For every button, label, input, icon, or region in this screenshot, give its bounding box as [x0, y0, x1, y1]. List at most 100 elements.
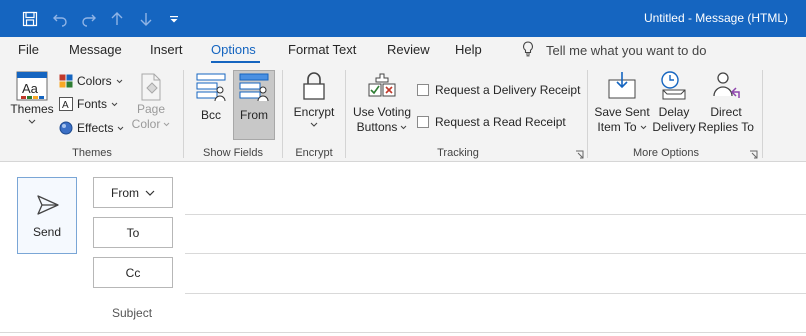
- window-title: Untitled - Message (HTML): [643, 11, 788, 25]
- group-separator: [183, 70, 184, 158]
- dialog-launcher-icon[interactable]: [749, 150, 758, 159]
- tracking-group-label: Tracking: [437, 147, 479, 159]
- tab-options[interactable]: Options: [211, 42, 256, 57]
- voting-buttons-icon: [368, 73, 396, 97]
- checkbox-unchecked[interactable]: [417, 84, 429, 96]
- use-voting-label-line2: Buttons: [356, 120, 398, 134]
- customize-qat-icon[interactable]: [163, 8, 185, 30]
- up-arrow-icon[interactable]: [106, 8, 128, 30]
- effects-label: Effects: [77, 121, 114, 135]
- folder-save-icon: [608, 72, 636, 99]
- clock-tray-icon: [661, 71, 686, 100]
- checkbox-unchecked[interactable]: [417, 116, 429, 128]
- save-sent-label-line2: Item To: [597, 120, 637, 134]
- title-bar: Untitled - Message (HTML): [0, 0, 806, 37]
- fonts-label: Fonts: [77, 97, 108, 111]
- themes-icon: Aa: [16, 71, 48, 101]
- use-voting-label-line1: Use Voting: [352, 105, 412, 119]
- colors-icon: [59, 74, 73, 88]
- down-arrow-icon[interactable]: [135, 8, 157, 30]
- chevron-down-icon: [28, 119, 36, 124]
- encrypt-group-label: Encrypt: [295, 147, 333, 159]
- chevron-down-icon: [116, 79, 123, 83]
- to-field-button[interactable]: To: [93, 217, 173, 248]
- tab-format-text[interactable]: Format Text: [288, 42, 356, 57]
- cc-field-button[interactable]: Cc: [93, 257, 173, 288]
- save-icon[interactable]: [19, 8, 41, 30]
- chevron-down-icon: [163, 122, 170, 127]
- delay-delivery-label-line2: Delivery: [652, 120, 696, 134]
- cc-field-input[interactable]: [185, 293, 806, 294]
- from-field-button[interactable]: From: [93, 177, 173, 208]
- delay-delivery-label-line1: Delay: [658, 105, 690, 119]
- encrypt-button[interactable]: Encrypt: [290, 70, 338, 128]
- person-reply-icon: [713, 72, 740, 98]
- colors-label: Colors: [77, 74, 112, 88]
- cc-field-label: Cc: [125, 265, 141, 280]
- direct-replies-label-line2: Replies To: [698, 120, 754, 134]
- svg-text:A: A: [62, 100, 69, 111]
- chevron-down-icon: [111, 102, 118, 106]
- ribbon: Aa Themes Colors A Fonts Effects Page Co…: [0, 64, 806, 162]
- use-voting-buttons-button[interactable]: Use Voting Buttons: [350, 72, 414, 135]
- save-sent-label-line1: Save Sent: [594, 105, 650, 119]
- more-options-group-label: More Options: [632, 147, 700, 159]
- read-receipt-label: Request a Read Receipt: [435, 115, 566, 129]
- themes-label: Themes: [10, 102, 54, 116]
- fonts-button[interactable]: A Fonts: [59, 97, 118, 111]
- compose-area: Send From To Cc Subject: [0, 163, 806, 336]
- save-sent-item-button[interactable]: Save Sent Item To: [592, 70, 652, 135]
- chevron-down-icon: [640, 125, 646, 130]
- delivery-receipt-label: Request a Delivery Receipt: [435, 83, 581, 97]
- to-field-label: To: [126, 225, 140, 240]
- page-color-button[interactable]: Page Color: [128, 72, 174, 132]
- encrypt-label: Encrypt: [293, 105, 335, 119]
- group-separator: [345, 70, 346, 158]
- page-color-icon: [141, 73, 161, 101]
- group-separator: [282, 70, 283, 158]
- send-icon: [37, 195, 59, 215]
- group-separator: [587, 70, 588, 158]
- ribbon-tabs: File Message Insert Options Format Text …: [0, 37, 806, 64]
- themes-button[interactable]: Aa Themes: [10, 70, 54, 125]
- chevron-down-icon: [400, 125, 407, 130]
- to-field-input[interactable]: [185, 253, 806, 254]
- send-label: Send: [32, 225, 62, 239]
- dialog-launcher-icon[interactable]: [575, 150, 584, 159]
- tell-me-text: Tell me what you want to do: [546, 43, 707, 58]
- tell-me-search[interactable]: Tell me what you want to do: [522, 41, 706, 60]
- lock-icon: [303, 72, 325, 100]
- tab-help[interactable]: Help: [455, 42, 482, 57]
- page-color-label-line2: Color: [131, 117, 161, 131]
- tab-review[interactable]: Review: [387, 42, 430, 57]
- svg-text:Aa: Aa: [22, 81, 39, 96]
- tab-message[interactable]: Message: [69, 42, 122, 57]
- from-button[interactable]: From: [235, 72, 273, 123]
- group-separator: [762, 70, 763, 158]
- send-button[interactable]: Send: [17, 177, 77, 254]
- undo-icon[interactable]: [49, 8, 71, 30]
- from-field-label: From: [111, 185, 139, 200]
- delay-delivery-button[interactable]: Delay Delivery: [651, 70, 697, 135]
- subject-field-input[interactable]: [0, 332, 806, 333]
- effects-icon: [59, 121, 73, 135]
- from-label: From: [240, 108, 268, 122]
- redo-icon[interactable]: [78, 8, 100, 30]
- fonts-icon: A: [59, 97, 73, 111]
- tab-file[interactable]: File: [18, 42, 39, 57]
- chevron-down-icon: [310, 122, 318, 127]
- bcc-icon: [196, 73, 226, 102]
- effects-button[interactable]: Effects: [59, 121, 124, 135]
- chevron-down-icon: [118, 126, 124, 130]
- from-field-input[interactable]: [185, 214, 806, 215]
- colors-button[interactable]: Colors: [59, 74, 123, 88]
- direct-replies-to-button[interactable]: Direct Replies To: [697, 70, 755, 135]
- read-receipt-checkbox[interactable]: Request a Read Receipt: [417, 115, 566, 129]
- bcc-button[interactable]: Bcc: [192, 72, 230, 123]
- show-fields-group-label: Show Fields: [203, 147, 263, 159]
- page-color-label-line1: Page: [136, 102, 166, 116]
- delivery-receipt-checkbox[interactable]: Request a Delivery Receipt: [417, 83, 580, 97]
- bcc-label: Bcc: [200, 108, 221, 122]
- tab-insert[interactable]: Insert: [150, 42, 183, 57]
- subject-label: Subject: [112, 306, 153, 320]
